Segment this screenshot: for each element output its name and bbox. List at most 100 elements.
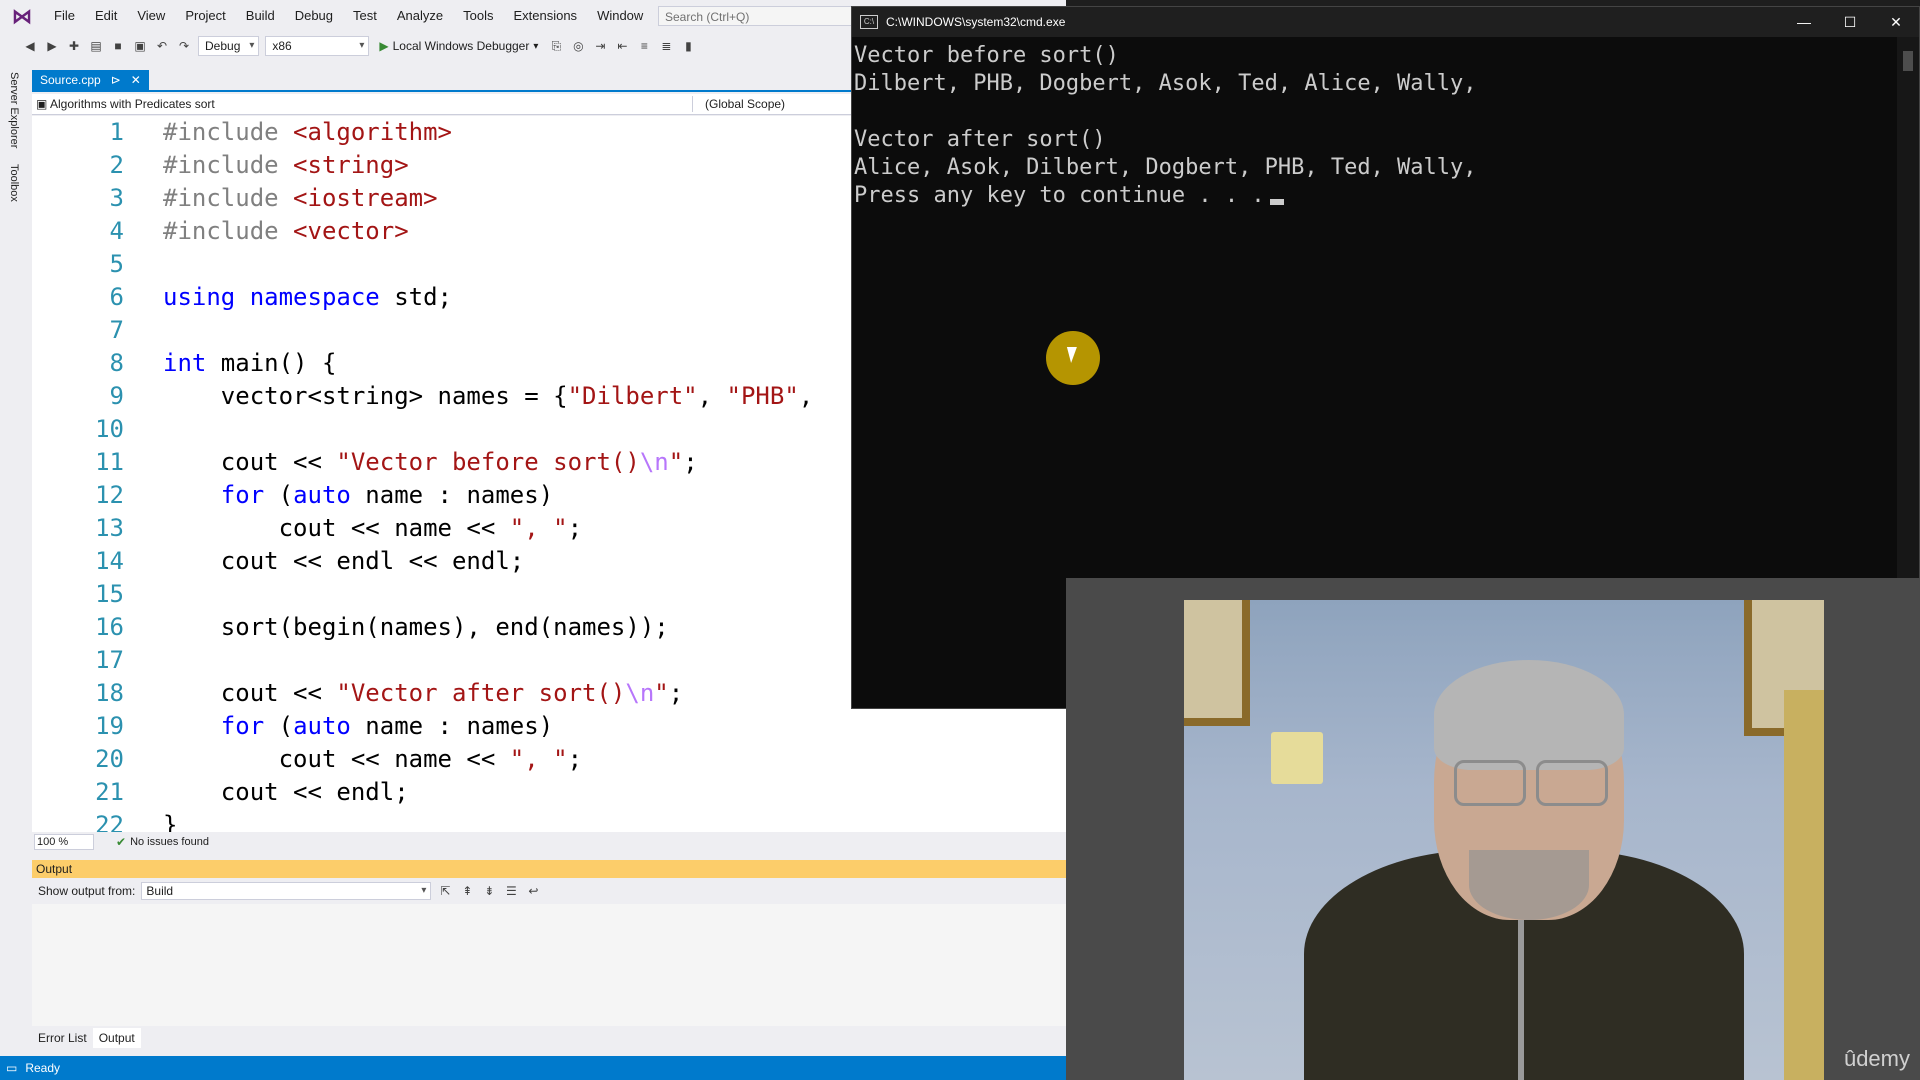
line-number: 21 (95, 778, 124, 806)
search-input[interactable]: Search (Ctrl+Q) (658, 6, 858, 26)
code-token: ", " (509, 514, 568, 542)
project-scope-dropdown[interactable]: ▣ Algorithms with Predicates sort (36, 96, 656, 112)
toolbox-tab[interactable]: Toolbox (8, 164, 20, 202)
status-bar: ▭ Ready (0, 1056, 1066, 1080)
code-token: } (163, 811, 178, 832)
code-token: "PHB" (726, 382, 799, 410)
maximize-button[interactable]: ☐ (1827, 7, 1873, 37)
code-token: cout << name << (163, 514, 510, 542)
menu-project[interactable]: Project (175, 0, 235, 32)
uncomment-icon[interactable]: ≣ (658, 38, 674, 54)
code-token: ", " (509, 745, 568, 773)
bookmark-icon[interactable]: ▮ (680, 38, 696, 54)
line-number: 18 (95, 679, 124, 707)
solution-config-select[interactable]: Debug (198, 36, 260, 56)
chevron-down-icon[interactable]: ▾ (533, 41, 538, 52)
line-number: 9 (109, 382, 124, 410)
code-line: 20 cout << name << ", "; (32, 743, 1066, 776)
code-token: "Dilbert" (567, 382, 698, 410)
vertical-scrollbar[interactable] (1897, 37, 1919, 583)
menu-build[interactable]: Build (236, 0, 285, 32)
project-scope-label: Algorithms with Predicates sort (50, 97, 215, 111)
clear-all-icon[interactable]: ☰ (503, 883, 519, 899)
menu-debug[interactable]: Debug (285, 0, 343, 32)
code-token: <vector> (293, 217, 409, 245)
redo-icon[interactable]: ↷ (176, 38, 192, 54)
code-token: #include (163, 184, 294, 212)
line-number: 2 (109, 151, 124, 179)
code-token: , (697, 382, 727, 410)
bottom-tab-bar: Error List Output (32, 1028, 1066, 1048)
line-number: 1 (109, 118, 124, 146)
menu-test[interactable]: Test (343, 0, 387, 32)
output-source-select[interactable]: Build (141, 882, 432, 900)
zoom-level-select[interactable]: 100 % (34, 834, 94, 850)
tab-source-cpp[interactable]: Source.cpp ⊳ ✕ (32, 70, 149, 90)
code-token: name : names) (350, 481, 554, 509)
cmd-title: C:\WINDOWS\system32\cmd.exe (886, 15, 1066, 29)
line-number: 22 (95, 811, 124, 832)
open-file-icon[interactable]: ▤ (88, 38, 104, 54)
code-token: ; (668, 679, 684, 707)
back-icon[interactable]: ◀ (22, 38, 38, 54)
presenter-hair (1434, 660, 1624, 770)
screenshot-icon[interactable]: ◎ (570, 38, 586, 54)
pin-icon[interactable]: ⊳ (111, 70, 121, 90)
menu-file[interactable]: File (44, 0, 85, 32)
issues-indicator[interactable]: ✔ No issues found (116, 834, 209, 850)
menu-window[interactable]: Window (587, 0, 653, 32)
save-all-icon[interactable]: ▣ (132, 38, 148, 54)
outdent-icon[interactable]: ⇤ (614, 38, 630, 54)
close-icon[interactable]: ✕ (131, 70, 141, 90)
scrollbar-thumb[interactable] (1903, 51, 1913, 71)
tab-error-list[interactable]: Error List (32, 1028, 93, 1048)
server-explorer-tab[interactable]: Server Explorer (8, 72, 20, 148)
code-token: sort(begin(names), end(names)); (163, 613, 669, 641)
run-debugger-button[interactable]: ▶ Local Windows Debugger ▾ (375, 39, 542, 53)
visual-studio-logo-icon[interactable]: ⋈ (0, 4, 44, 29)
line-number: 16 (95, 613, 124, 641)
console-line: Press any key to continue . . . (854, 183, 1278, 208)
menu-view[interactable]: View (127, 0, 175, 32)
code-line: 22} (32, 809, 1066, 832)
menu-tools[interactable]: Tools (453, 0, 503, 32)
code-token: <algorithm> (293, 118, 452, 146)
indent-icon[interactable]: ⇥ (592, 38, 608, 54)
jacket-zipper (1518, 900, 1524, 1080)
play-icon: ▶ (379, 39, 389, 53)
comment-icon[interactable]: ≡ (636, 38, 652, 54)
menu-extensions[interactable]: Extensions (503, 0, 587, 32)
code-token: std; (379, 283, 452, 311)
new-project-icon[interactable]: ✚ (66, 38, 82, 54)
menu-edit[interactable]: Edit (85, 0, 127, 32)
next-message-icon[interactable]: ⇟ (481, 883, 497, 899)
minimize-button[interactable]: — (1781, 7, 1827, 37)
code-token: #include (163, 217, 294, 245)
save-icon[interactable]: ■ (110, 38, 126, 54)
console-line: Vector before sort() (854, 43, 1119, 68)
code-token: name : names) (350, 712, 554, 740)
code-line: 21 cout << endl; (32, 776, 1066, 809)
code-token: \n (639, 448, 669, 476)
code-token: ; (683, 448, 698, 476)
line-number: 15 (95, 580, 124, 608)
code-token: ; (567, 514, 583, 542)
browser-link-icon[interactable]: ⎘ (548, 38, 564, 54)
code-token: <string> (293, 151, 409, 179)
run-debugger-label: Local Windows Debugger (392, 39, 530, 53)
close-button[interactable]: ✕ (1873, 7, 1919, 37)
forward-icon[interactable]: ▶ (44, 38, 60, 54)
word-wrap-icon[interactable]: ↩ (525, 883, 541, 899)
code-token: cout << name << (163, 745, 510, 773)
cmd-title-bar[interactable]: C:\ C:\WINDOWS\system32\cmd.exe — ☐ ✕ (852, 7, 1919, 37)
code-token: namespace (249, 283, 380, 311)
code-token: #include (163, 118, 294, 146)
platform-select[interactable]: x86 (265, 36, 370, 56)
global-scope-dropdown[interactable]: (Global Scope) (692, 96, 875, 112)
undo-icon[interactable]: ↶ (154, 38, 170, 54)
menu-analyze[interactable]: Analyze (387, 0, 453, 32)
line-number: 14 (95, 547, 124, 575)
tab-output[interactable]: Output (92, 1028, 141, 1048)
find-message-icon[interactable]: ⇱ (437, 883, 453, 899)
prev-message-icon[interactable]: ⇞ (459, 883, 475, 899)
